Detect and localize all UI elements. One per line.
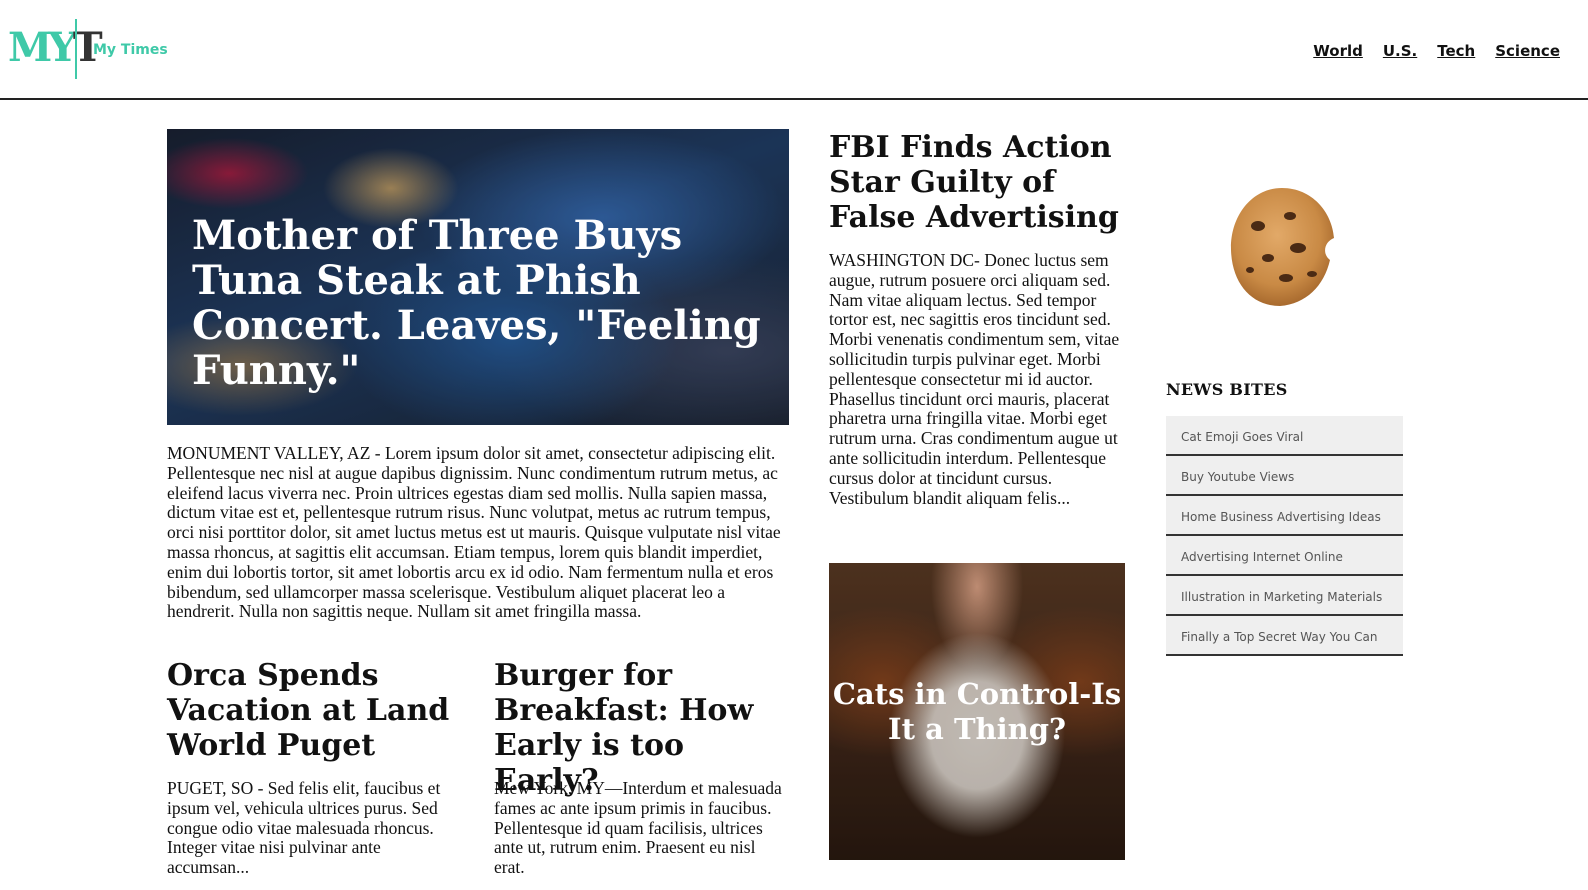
orca-title[interactable]: Orca Spends Vacation at Land World Puget <box>167 658 467 763</box>
cookie-chip <box>1251 221 1265 231</box>
hero-image[interactable]: Mother of Three Buys Tuna Steak at Phish… <box>167 129 789 425</box>
logo-letter-y: Y <box>48 24 76 71</box>
nav-us[interactable]: U.S. <box>1383 42 1417 60</box>
news-bite-item[interactable]: Finally a Top Secret Way You Can <box>1166 616 1403 656</box>
news-bites-heading: NEWS BITES <box>1166 380 1288 399</box>
news-bite-item[interactable]: Buy Youtube Views <box>1166 456 1403 496</box>
brand-name[interactable]: My Times <box>93 42 168 58</box>
nav-science[interactable]: Science <box>1495 42 1560 60</box>
burger-title[interactable]: Burger for Breakfast: How Early is too E… <box>494 658 794 798</box>
fbi-title[interactable]: FBI Finds Action Star Guilty of False Ad… <box>829 130 1129 235</box>
logo-divider <box>75 19 77 79</box>
news-bite-item[interactable]: Illustration in Marketing Materials <box>1166 576 1403 616</box>
news-bites-list: Cat Emoji Goes Viral Buy Youtube Views H… <box>1166 416 1403 656</box>
cookie-chip <box>1290 243 1306 253</box>
orca-body: PUGET, SO - Sed felis elit, faucibus et … <box>167 778 441 878</box>
cookie-chip <box>1307 271 1317 277</box>
cat-title[interactable]: Cats in Control-Is It a Thing? <box>829 677 1125 747</box>
cookie-chip <box>1279 274 1293 282</box>
hero-title[interactable]: Mother of Three Buys Tuna Steak at Phish… <box>192 213 772 393</box>
logo-letter-m: M <box>8 24 52 71</box>
nav-world[interactable]: World <box>1313 42 1363 60</box>
cookie-chip <box>1246 267 1254 273</box>
cookie-image <box>1230 188 1334 306</box>
news-bite-item[interactable]: Home Business Advertising Ideas <box>1166 496 1403 536</box>
main-nav: World U.S. Tech Science <box>1313 42 1560 60</box>
news-bite-item[interactable]: Cat Emoji Goes Viral <box>1166 416 1403 456</box>
fbi-body: WASHINGTON DC- Donec luctus sem augue, r… <box>829 250 1120 508</box>
cookie-body <box>1230 188 1334 306</box>
news-bite-item[interactable]: Advertising Internet Online <box>1166 536 1403 576</box>
site-logo[interactable]: MYT <box>8 28 103 68</box>
cookie-chip <box>1284 212 1296 220</box>
cat-image[interactable]: Cats in Control-Is It a Thing? <box>829 563 1125 860</box>
nav-tech[interactable]: Tech <box>1437 42 1475 60</box>
hero-body: MONUMENT VALLEY, AZ - Lorem ipsum dolor … <box>167 443 781 622</box>
cookie-chip <box>1262 254 1274 262</box>
burger-body: Mew York, MY—Interdum et malesuada fames… <box>494 778 782 878</box>
site-header: MYT My Times World U.S. Tech Science <box>0 0 1588 100</box>
